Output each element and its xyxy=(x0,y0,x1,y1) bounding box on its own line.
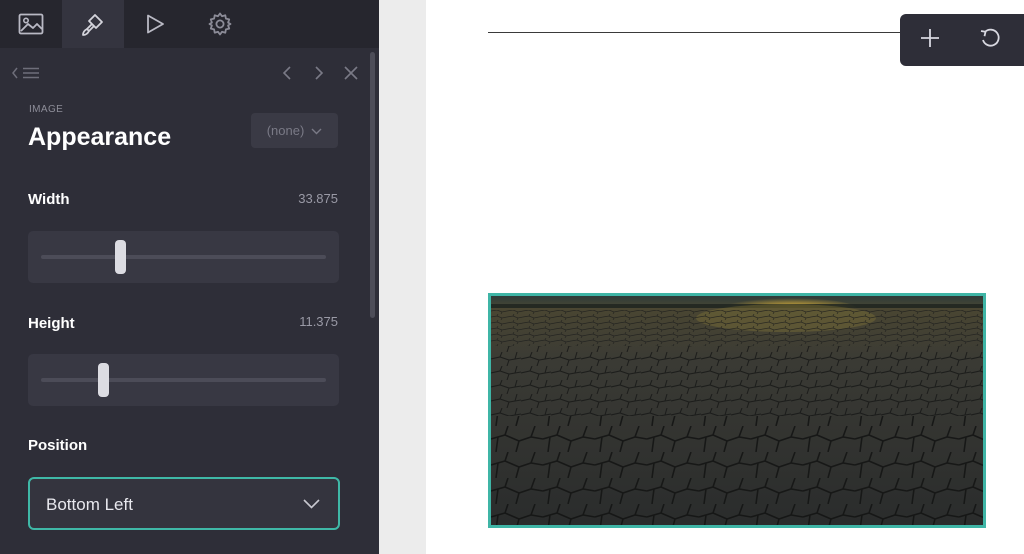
add-button[interactable] xyxy=(912,22,948,58)
floating-toolbar xyxy=(900,14,1024,66)
play-icon xyxy=(144,13,166,35)
height-slider-thumb[interactable] xyxy=(98,363,110,397)
image-icon xyxy=(18,13,44,35)
selected-image[interactable] xyxy=(488,293,986,528)
section-title: Appearance xyxy=(28,123,172,151)
height-value: 11.375 xyxy=(299,314,338,329)
next-button[interactable] xyxy=(308,64,330,86)
chevron-right-icon xyxy=(312,65,326,86)
style-dropdown-value: (none) xyxy=(266,123,305,138)
tool-style[interactable] xyxy=(62,0,124,48)
chevron-down-icon xyxy=(311,123,322,138)
position-select-value: Bottom Left xyxy=(46,495,133,514)
position-label: Position xyxy=(28,437,88,454)
tool-preview[interactable] xyxy=(124,0,186,48)
style-dropdown[interactable]: (none) xyxy=(251,113,338,148)
panel-scrollbar[interactable] xyxy=(370,52,375,318)
height-slider-track xyxy=(41,378,326,382)
width-slider-thumb[interactable] xyxy=(115,240,127,274)
chevron-down-icon xyxy=(303,496,320,514)
close-button[interactable] xyxy=(340,64,362,86)
width-value: 33.875 xyxy=(298,191,338,206)
horizontal-rule[interactable] xyxy=(488,32,928,33)
width-slider-track xyxy=(41,255,326,259)
panel-toolbar xyxy=(0,0,379,48)
inspector-panel: IMAGE Appearance (none) Width 33.875 Hei… xyxy=(0,0,379,554)
cracked-earth-photo xyxy=(491,296,983,525)
gear-icon xyxy=(207,11,233,37)
height-label: Height xyxy=(28,315,75,332)
position-select[interactable]: Bottom Left xyxy=(28,477,340,530)
undo-icon xyxy=(979,27,1001,54)
chevron-left-list-icon xyxy=(11,65,43,86)
tool-image[interactable] xyxy=(0,0,62,48)
height-slider[interactable] xyxy=(28,354,339,406)
tool-settings[interactable] xyxy=(189,0,251,48)
width-label: Width xyxy=(28,191,70,208)
panel-nav-row xyxy=(0,60,370,88)
undo-button[interactable] xyxy=(972,22,1008,58)
close-icon xyxy=(343,65,359,86)
paint-brush-icon xyxy=(80,11,106,37)
previous-button[interactable] xyxy=(276,64,298,86)
chevron-left-icon xyxy=(280,65,294,86)
canvas-gutter xyxy=(379,0,426,554)
section-kicker: IMAGE xyxy=(29,104,64,115)
width-slider[interactable] xyxy=(28,231,339,283)
plus-icon xyxy=(920,28,940,53)
canvas-area xyxy=(426,0,1024,554)
back-to-list-button[interactable] xyxy=(10,64,44,86)
